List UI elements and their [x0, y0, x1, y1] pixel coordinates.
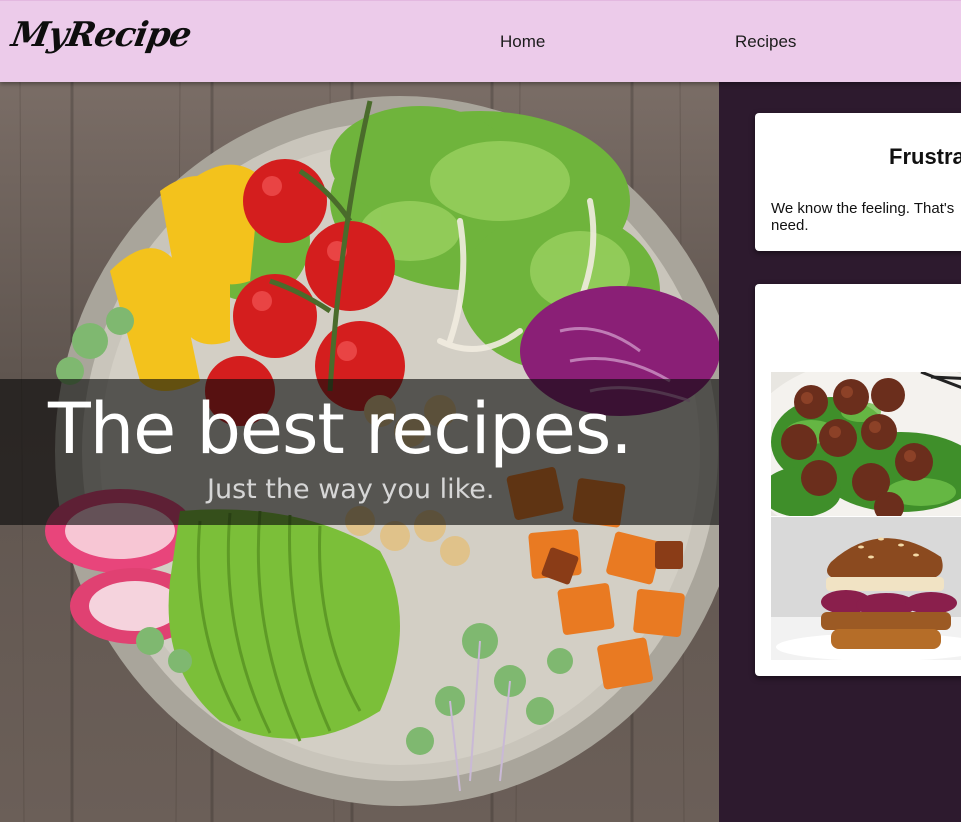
- burger-image[interactable]: [771, 517, 961, 660]
- hero-banner: The best recipes. Just the way you like.: [0, 379, 719, 525]
- nav-link-recipes[interactable]: Recipes: [735, 32, 796, 52]
- intro-card: Frustra We know the feeling. That's need…: [755, 113, 961, 251]
- hero-section: The best recipes. Just the way you like.: [0, 81, 719, 822]
- meatballs-photo: [771, 372, 961, 516]
- intro-card-text: We know the feeling. That's need.: [771, 200, 955, 234]
- hero-subtitle: Just the way you like.: [207, 474, 495, 505]
- intro-card-heading: Frustra: [889, 144, 961, 169]
- hero-title: The best recipes.: [48, 388, 633, 470]
- navbar: MyRecipe Home Recipes: [0, 0, 961, 82]
- meatballs-image[interactable]: [771, 372, 961, 516]
- nav-link-home[interactable]: Home: [500, 32, 545, 52]
- gallery-card: [755, 284, 961, 676]
- site-logo[interactable]: MyRecipe: [8, 15, 193, 55]
- side-panel: Frustra We know the feeling. That's need…: [719, 81, 961, 822]
- burger-photo: [771, 517, 961, 660]
